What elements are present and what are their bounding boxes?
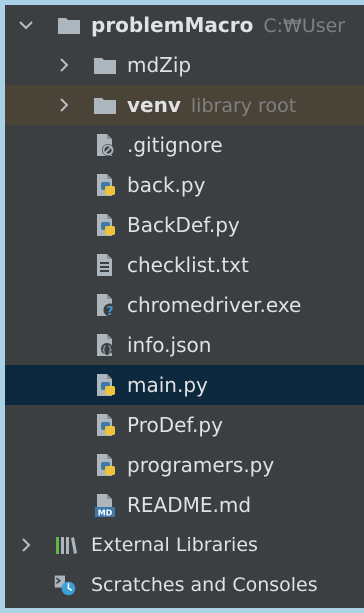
tree-row-scratches-and-consoles[interactable]: Scratches and Consoles bbox=[5, 565, 364, 605]
svg-text:{}: {} bbox=[101, 345, 113, 356]
tree-row-checklist-txt[interactable]: checklist.txt bbox=[5, 245, 364, 285]
scratches-icon bbox=[53, 573, 77, 597]
tree-row-gitignore[interactable]: .gitignore bbox=[5, 125, 364, 165]
folder-icon bbox=[93, 53, 117, 77]
tree-row-main-py[interactable]: main.py bbox=[5, 365, 364, 405]
tree-item-label: main.py bbox=[127, 373, 208, 397]
unknown-file-icon: ? bbox=[93, 293, 117, 317]
tree-item-label: info.json bbox=[127, 333, 212, 357]
project-tool-window: problemMacro C:₩User mdZip venv library ro… bbox=[0, 0, 364, 613]
tree-row-programers-py[interactable]: programers.py bbox=[5, 445, 364, 485]
tree-row-back-py[interactable]: back.py bbox=[5, 165, 364, 205]
project-name: problemMacro C:₩User bbox=[91, 13, 346, 37]
python-file-icon bbox=[93, 413, 117, 437]
chevron-right-icon[interactable] bbox=[57, 55, 71, 75]
tree-row-info-json[interactable]: {} info.json bbox=[5, 325, 364, 365]
library-icon bbox=[53, 533, 77, 557]
chevron-right-icon[interactable] bbox=[57, 95, 71, 115]
tree-row-project-root[interactable]: problemMacro C:₩User bbox=[5, 5, 364, 45]
library-root-hint: library root bbox=[190, 94, 297, 117]
folder-icon bbox=[57, 13, 81, 37]
markdown-file-icon: MD bbox=[93, 493, 117, 517]
tree-item-label: back.py bbox=[127, 173, 206, 197]
gitignore-file-icon bbox=[93, 133, 117, 157]
markdown-icon-text: MD bbox=[98, 509, 113, 518]
tree-item-label: BackDef.py bbox=[127, 213, 240, 237]
python-file-icon bbox=[93, 213, 117, 237]
project-path-hint: C:₩User bbox=[263, 15, 346, 37]
tree-item-label: ProDef.py bbox=[127, 413, 223, 437]
text-file-icon bbox=[93, 253, 117, 277]
tree-item-label: programers.py bbox=[127, 453, 275, 477]
tree-row-prodef-py[interactable]: ProDef.py bbox=[5, 405, 364, 445]
folder-icon bbox=[93, 93, 117, 117]
tree-row-backdef-py[interactable]: BackDef.py bbox=[5, 205, 364, 245]
python-file-icon bbox=[93, 453, 117, 477]
chevron-down-icon[interactable] bbox=[19, 15, 33, 35]
python-file-icon bbox=[93, 373, 117, 397]
tree-row-chromedriver-exe[interactable]: ? chromedriver.exe bbox=[5, 285, 364, 325]
tree-item-label: mdZip bbox=[127, 53, 192, 77]
svg-text:?: ? bbox=[107, 304, 114, 317]
tree-row-external-libraries[interactable]: External Libraries bbox=[5, 525, 364, 565]
python-file-icon bbox=[93, 173, 117, 197]
tree-item-label: checklist.txt bbox=[127, 253, 249, 277]
tree-item-label: chromedriver.exe bbox=[127, 293, 302, 317]
tree-item-label: venv library root bbox=[127, 92, 297, 117]
chevron-right-icon[interactable] bbox=[19, 535, 33, 555]
tree-item-label: .gitignore bbox=[127, 133, 223, 157]
tree-row-venv[interactable]: venv library root bbox=[5, 85, 364, 125]
tree-item-label: Scratches and Consoles bbox=[91, 574, 318, 596]
json-file-icon: {} bbox=[93, 333, 117, 357]
tree-row-mdzip[interactable]: mdZip bbox=[5, 45, 364, 85]
tree-row-readme-md[interactable]: MD README.md bbox=[5, 485, 364, 525]
tree-item-label: README.md bbox=[127, 493, 252, 517]
tree-item-label: External Libraries bbox=[91, 534, 258, 556]
